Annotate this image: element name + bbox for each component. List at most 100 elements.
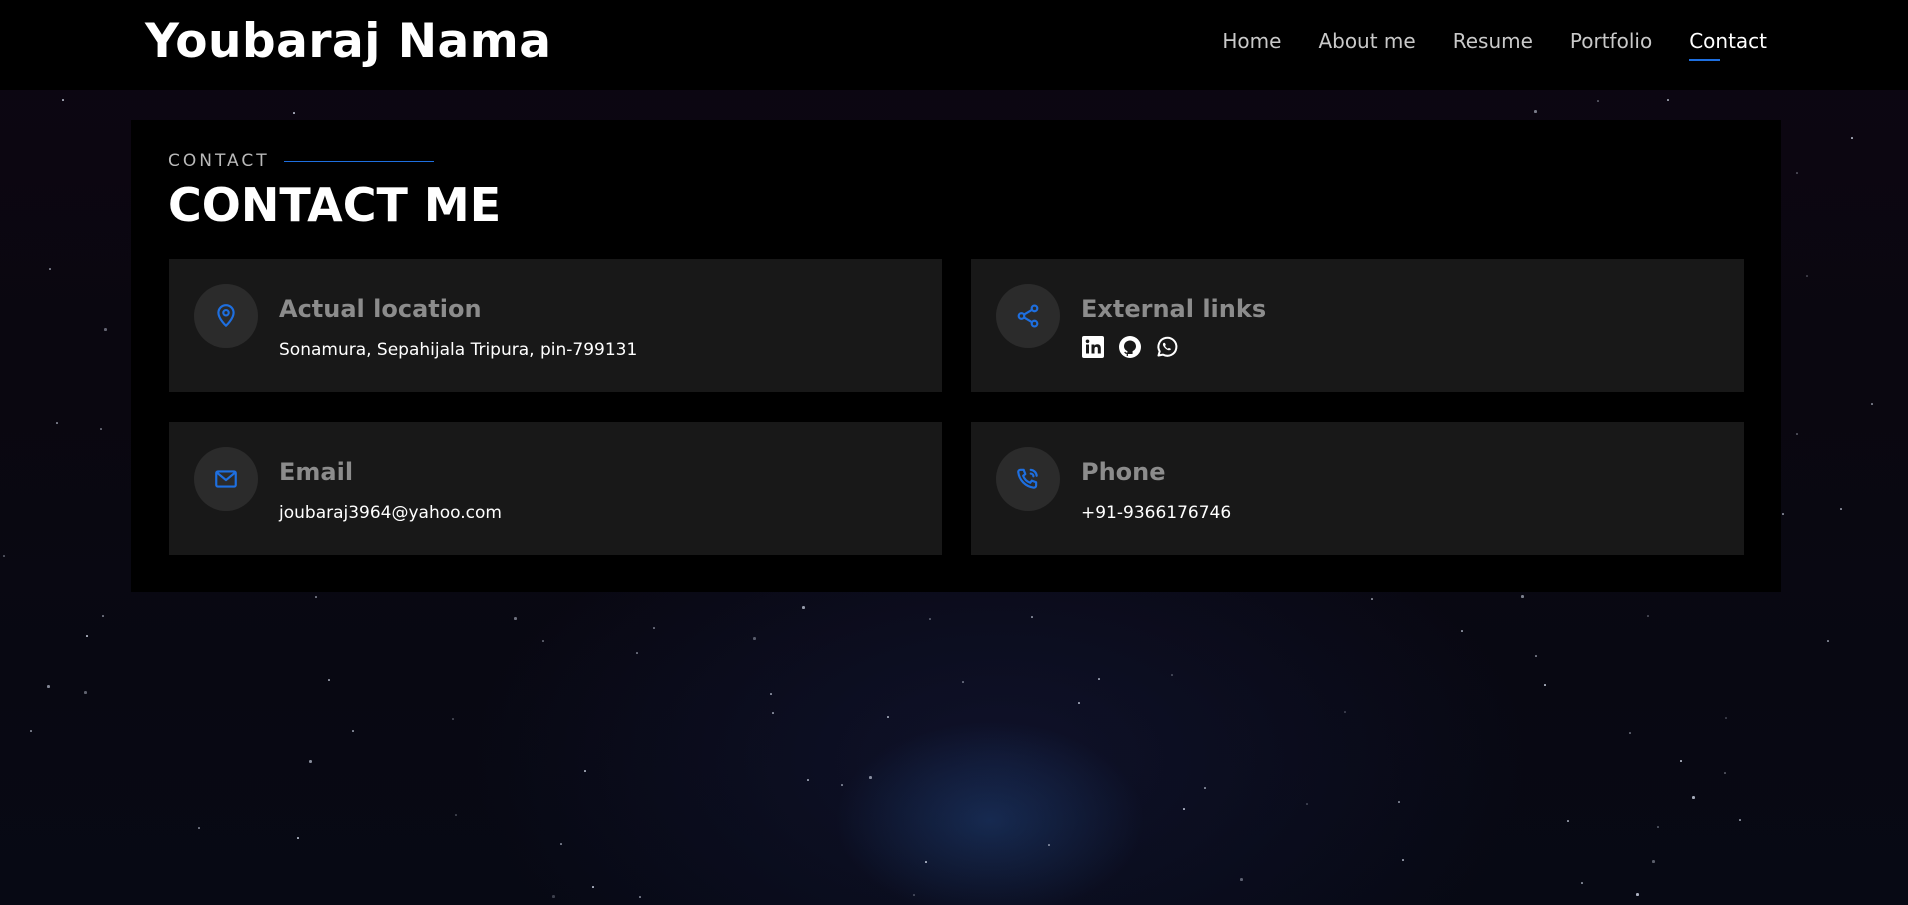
star: [584, 770, 586, 772]
email-address[interactable]: joubaraj3964@yahoo.com: [279, 503, 502, 523]
star: [1048, 844, 1050, 846]
envelope-icon: [194, 447, 258, 511]
star: [1544, 684, 1546, 686]
star: [297, 837, 299, 839]
star: [1636, 893, 1639, 896]
section-kicker-label: CONTACT: [168, 151, 270, 171]
star: [1739, 819, 1741, 821]
main-nav: Home About me Resume Portfolio Contact: [1222, 29, 1767, 61]
star: [887, 716, 889, 718]
contact-section: CONTACT CONTACT ME Actual location Sonam…: [131, 120, 1781, 592]
star: [1078, 702, 1080, 704]
star: [653, 627, 655, 629]
github-icon[interactable]: [1118, 335, 1142, 359]
external-links-card: External links: [971, 259, 1744, 392]
star: [542, 640, 544, 642]
phone-card: Phone +91-9366176746: [971, 422, 1744, 555]
nav-portfolio[interactable]: Portfolio: [1570, 29, 1652, 61]
phone-number[interactable]: +91-9366176746: [1081, 503, 1231, 523]
nav-home[interactable]: Home: [1222, 29, 1281, 61]
star: [1581, 882, 1583, 884]
star: [315, 596, 317, 598]
star: [802, 606, 805, 609]
nav-about[interactable]: About me: [1318, 29, 1415, 61]
star: [293, 112, 295, 114]
star: [1521, 595, 1524, 598]
star: [639, 896, 641, 898]
share-icon: [996, 284, 1060, 348]
star: [1098, 678, 1100, 680]
star: [770, 693, 772, 695]
star: [1796, 433, 1798, 435]
star: [1647, 615, 1649, 617]
star: [1692, 796, 1695, 799]
star: [753, 637, 756, 640]
location-text: Sonamura, Sepahijala Tripura, pin-799131: [279, 340, 638, 360]
linkedin-icon[interactable]: [1081, 335, 1105, 359]
star: [1402, 859, 1404, 861]
section-title: CONTACT ME: [168, 178, 502, 232]
star: [1204, 787, 1206, 789]
star: [84, 691, 87, 694]
star: [1667, 99, 1669, 101]
star: [1871, 403, 1873, 405]
star: [1724, 772, 1726, 774]
star: [1782, 513, 1784, 515]
section-kicker: CONTACT: [168, 151, 434, 171]
social-links: [1081, 335, 1179, 359]
star: [100, 428, 102, 430]
star: [47, 685, 50, 688]
star: [1031, 616, 1033, 618]
star: [636, 652, 638, 654]
star: [1680, 760, 1682, 762]
star: [1597, 100, 1599, 102]
star: [1344, 711, 1346, 713]
star: [62, 99, 64, 101]
star: [1398, 801, 1400, 803]
star: [1240, 878, 1243, 881]
star: [1657, 826, 1659, 828]
star: [514, 617, 517, 620]
star: [592, 886, 594, 888]
star: [1371, 598, 1373, 600]
star: [841, 784, 843, 786]
star: [1567, 820, 1569, 822]
star: [328, 679, 330, 681]
star: [198, 827, 200, 829]
whatsapp-icon[interactable]: [1155, 335, 1179, 359]
external-links-title: External links: [1081, 295, 1267, 323]
star: [772, 712, 774, 714]
email-card: Email joubaraj3964@yahoo.com: [169, 422, 942, 555]
star: [352, 730, 354, 732]
site-logo[interactable]: Youbaraj Nama: [145, 14, 551, 69]
star: [1725, 717, 1727, 719]
star: [3, 555, 5, 557]
map-pin-icon: [194, 284, 258, 348]
star: [925, 861, 927, 863]
nav-resume[interactable]: Resume: [1453, 29, 1533, 61]
star: [1171, 674, 1173, 676]
star: [104, 328, 107, 331]
star: [1796, 172, 1798, 174]
phone-icon: [996, 447, 1060, 511]
star: [86, 635, 88, 637]
star: [1183, 808, 1185, 810]
star: [913, 894, 915, 896]
star: [552, 895, 555, 898]
star: [56, 422, 58, 424]
email-title: Email: [279, 458, 354, 486]
kicker-divider: [283, 160, 434, 162]
phone-title: Phone: [1081, 458, 1166, 486]
star: [1840, 508, 1842, 510]
star: [30, 730, 32, 732]
star: [309, 760, 312, 763]
star: [807, 779, 809, 781]
site-header: Youbaraj Nama Home About me Resume Portf…: [0, 0, 1908, 90]
star: [1535, 655, 1537, 657]
star: [102, 615, 104, 617]
star: [1652, 860, 1655, 863]
star: [1306, 803, 1308, 805]
nav-contact[interactable]: Contact: [1689, 29, 1767, 61]
star: [455, 814, 457, 816]
star: [1461, 630, 1463, 632]
